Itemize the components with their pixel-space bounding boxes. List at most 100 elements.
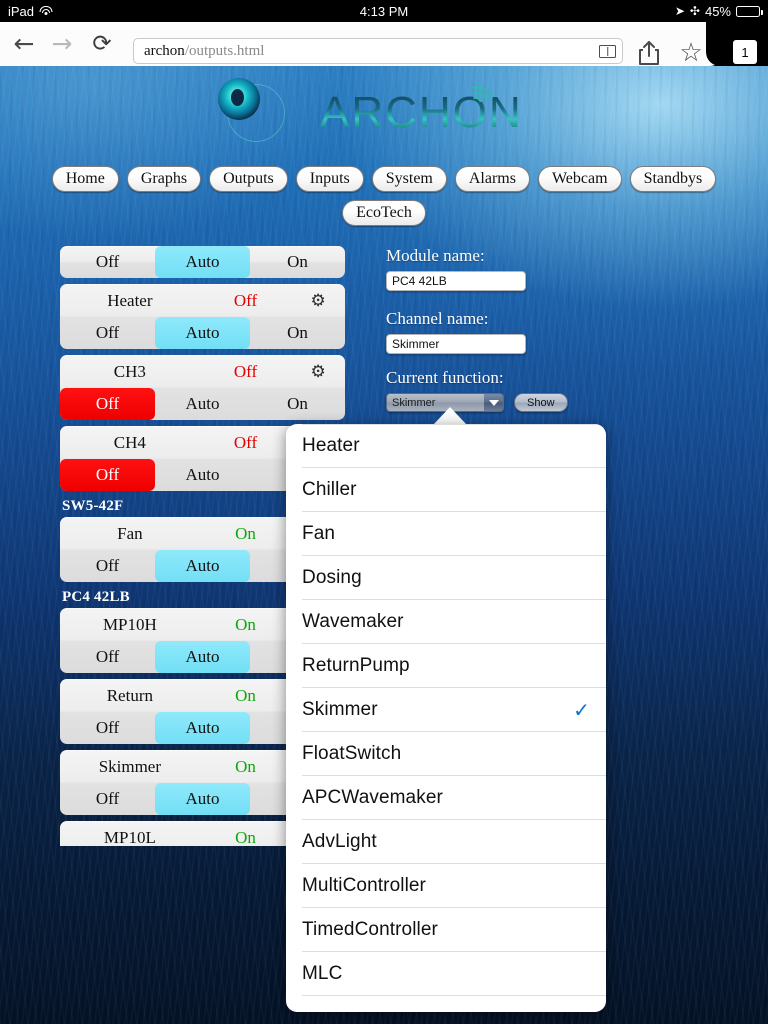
mode-button-on[interactable]: On — [250, 388, 345, 420]
picker-option-label: APCWavemaker — [302, 786, 443, 808]
picker-option-label: Heater — [302, 435, 360, 456]
picker-option-label: Fan — [302, 522, 336, 544]
picker-option[interactable]: Wavemaker — [302, 600, 606, 644]
function-option-list: Heater Chiller Fan Dosing Wavemaker ReturnPum… — [286, 424, 606, 996]
picker-option[interactable]: MultiController — [302, 864, 606, 908]
tab-count-badge[interactable]: 1 — [733, 40, 757, 64]
channel-mode-buttons: OffAutoOn — [60, 388, 345, 420]
mode-button-off[interactable]: Off — [60, 246, 155, 278]
picker-option-label: MultiController — [302, 874, 426, 896]
picker-option[interactable]: Heater — [302, 424, 606, 468]
mode-button-off[interactable]: Off — [60, 641, 155, 673]
channel-name-label: MP10L — [103, 827, 156, 847]
main-navigation: Home Graphs Outputs Inputs System Alarms… — [0, 166, 768, 226]
picker-option-label: ReturnPump — [302, 654, 410, 676]
channel-name-label: Channel name: — [386, 309, 489, 328]
mode-button-auto[interactable]: Auto — [155, 641, 250, 673]
gear-icon[interactable]: ⚙ — [299, 291, 337, 311]
mode-button-off[interactable]: Off — [60, 459, 155, 491]
mode-button-auto[interactable]: Auto — [155, 459, 250, 491]
channel-header: Heater Off ⚙ — [60, 284, 345, 317]
picker-option[interactable]: ReturnPump — [302, 644, 606, 688]
nav-item-system[interactable]: System — [371, 166, 447, 192]
channel-name-label: CH3 — [113, 361, 146, 381]
mode-button-auto[interactable]: Auto — [155, 712, 250, 744]
picker-option[interactable]: Fan — [302, 512, 606, 556]
gear-icon[interactable]: ⚙ — [299, 362, 337, 382]
nav-item-alarms[interactable]: Alarms — [454, 166, 530, 192]
channel-header: CH3 Off ⚙ — [60, 355, 345, 388]
picker-option-label: Chiller — [302, 478, 357, 500]
picker-option[interactable]: MLC — [302, 952, 606, 996]
channel-state-label: On — [235, 756, 256, 776]
picker-option[interactable]: AdvLight — [302, 820, 606, 864]
channel-name-input[interactable]: Skimmer — [386, 334, 526, 354]
channel-mode-buttons: OffAutoOn — [60, 246, 345, 278]
channel-name-label: MP10H — [102, 614, 157, 634]
channel-name-label: Skimmer — [98, 756, 162, 776]
address-bar[interactable]: archon/outputs.html — [133, 38, 623, 64]
nav-item-outputs[interactable]: Outputs — [209, 166, 288, 192]
mode-button-on[interactable]: On — [250, 246, 345, 278]
safari-toolbar: ← → ⟳ archon/outputs.html ☆ 1 — [0, 22, 768, 66]
output-channel-card: Heater Off ⚙ Off Auto On — [60, 284, 345, 349]
channel-state-label: Off — [233, 432, 258, 452]
ipad-screen: iPad 4:13 PM ➤ ✣ 45% ← → ⟳ archon/output… — [0, 0, 768, 1024]
battery-icon — [736, 5, 763, 17]
nav-item-inputs[interactable]: Inputs — [295, 166, 364, 192]
url-host: archon — [144, 42, 185, 59]
nav-item-webcam[interactable]: Webcam — [537, 166, 622, 192]
mode-button-auto[interactable]: Auto — [155, 550, 250, 582]
picker-option[interactable]: Chiller — [302, 468, 606, 512]
archon-logo: ARCHON — [215, 78, 521, 145]
nav-item-standbys[interactable]: Standbys — [629, 166, 717, 192]
reader-view-icon[interactable] — [599, 44, 616, 58]
url-path: /outputs.html — [184, 42, 265, 59]
mode-button-auto[interactable]: Auto — [155, 317, 250, 349]
mode-button-auto[interactable]: Auto — [155, 246, 250, 278]
mode-button-on[interactable]: On — [250, 317, 345, 349]
mode-button-off[interactable]: Off — [60, 712, 155, 744]
bluetooth-icon: ✣ — [689, 4, 700, 18]
reload-icon[interactable]: ⟳ — [88, 32, 116, 56]
picker-arrow — [434, 407, 466, 424]
share-icon[interactable] — [637, 40, 661, 66]
picker-option[interactable]: FloatSwitch — [302, 732, 606, 776]
checkmark-icon: ✓ — [573, 697, 590, 722]
channel-name-label: CH4 — [113, 432, 146, 452]
picker-option-label: Wavemaker — [302, 610, 404, 632]
forward-arrow-icon[interactable]: → — [48, 31, 76, 56]
nav-item-graphs[interactable]: Graphs — [126, 166, 202, 192]
mode-button-auto[interactable]: Auto — [155, 388, 250, 420]
channel-state-label: Off — [233, 290, 258, 310]
mode-button-auto[interactable]: Auto — [155, 783, 250, 815]
channel-name-label: Return — [106, 685, 153, 705]
channel-name-label: Fan — [117, 523, 143, 543]
function-picker-popover: Heater Chiller Fan Dosing Wavemaker ReturnPum… — [286, 424, 606, 1012]
show-button[interactable]: Show — [514, 393, 568, 412]
picker-option[interactable]: TimedController — [302, 908, 606, 952]
mode-button-off[interactable]: Off — [60, 783, 155, 815]
channel-state-label: On — [235, 614, 256, 634]
picker-option[interactable]: Skimmer ✓ — [302, 688, 606, 732]
picker-option[interactable]: APCWavemaker — [302, 776, 606, 820]
picker-option[interactable]: Dosing — [302, 556, 606, 600]
picker-option-label: FloatSwitch — [302, 742, 402, 764]
back-arrow-icon[interactable]: ← — [10, 31, 38, 56]
ios-status-bar: iPad 4:13 PM ➤ ✣ 45% — [0, 0, 768, 22]
logo-bulb-icon — [218, 78, 260, 120]
signal-waves-icon — [471, 81, 499, 106]
nav-row-primary: Home Graphs Outputs Inputs System Alarms… — [0, 166, 768, 192]
location-arrow-icon: ➤ — [674, 4, 685, 18]
mode-button-off[interactable]: Off — [60, 550, 155, 582]
nav-row-secondary: EcoTech — [0, 200, 768, 226]
nav-item-home[interactable]: Home — [51, 166, 119, 192]
picker-option-label: Dosing — [302, 566, 362, 588]
status-bar-right: ➤ ✣ 45% — [674, 0, 763, 22]
channel-state-label: On — [235, 827, 256, 847]
nav-item-ecotech[interactable]: EcoTech — [342, 200, 426, 226]
mode-button-off[interactable]: Off — [60, 388, 155, 420]
star-icon[interactable]: ☆ — [678, 40, 704, 67]
module-name-input[interactable]: PC4 42LB — [386, 271, 526, 291]
mode-button-off[interactable]: Off — [60, 317, 155, 349]
